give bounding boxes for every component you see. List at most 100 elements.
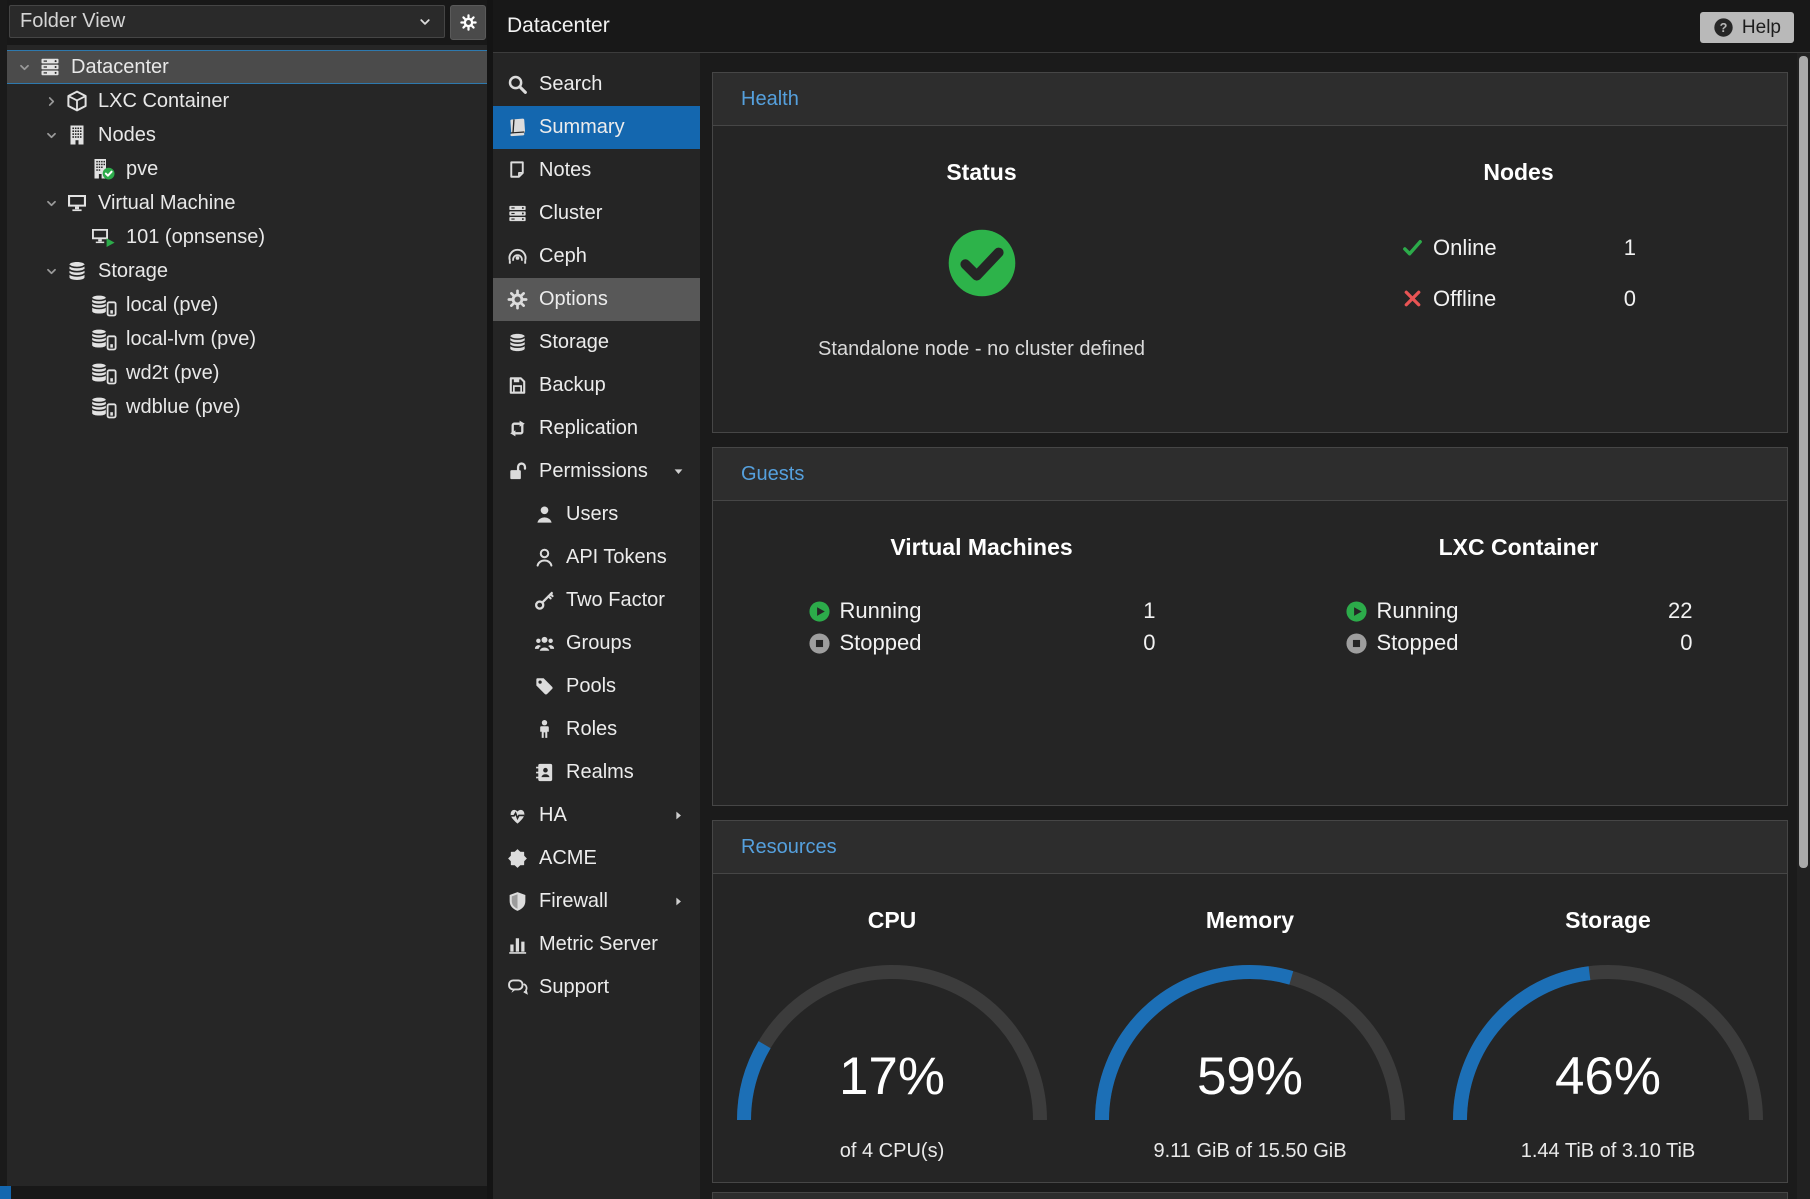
lxc-running-label: Running — [1377, 598, 1459, 624]
tree-item-lxc-container[interactable]: LXC Container — [7, 84, 487, 118]
cube-icon — [65, 89, 89, 113]
resources-panel-title: Resources — [741, 836, 837, 859]
nav-item-summary[interactable]: Summary — [493, 106, 700, 149]
nodes-heading: Nodes — [1250, 159, 1787, 186]
nav-item-roles[interactable]: Roles — [493, 708, 700, 751]
vm-stopped-label: Stopped — [840, 630, 922, 656]
nav-item-ceph[interactable]: Ceph — [493, 235, 700, 278]
cluster-status-message: Standalone node - no cluster defined — [713, 338, 1250, 361]
tree-item-label: wd2t (pve) — [126, 362, 219, 385]
expander-down-icon[interactable] — [16, 59, 33, 76]
tree-item-storage-wdblue[interactable]: wdblue (pve) — [7, 390, 487, 424]
tree-item-storage[interactable]: Storage — [7, 254, 487, 288]
nav-item-label: Realms — [566, 761, 634, 784]
nav-item-realms[interactable]: Realms — [493, 751, 700, 794]
vm-stopped-row: Stopped 0 — [808, 627, 1156, 659]
expander-right-icon[interactable] — [43, 93, 60, 110]
nav-item-label: ACME — [539, 847, 597, 870]
nav-item-acme[interactable]: ACME — [493, 837, 700, 880]
user-icon — [533, 503, 556, 526]
vertical-scrollbar[interactable] — [1797, 53, 1810, 1199]
heartbeat-icon — [506, 804, 529, 827]
nodes-online-row: Online 1 — [1401, 222, 1636, 273]
question-circle-icon — [1713, 17, 1734, 38]
scrollbar-thumb[interactable] — [1799, 56, 1808, 868]
nav-item-search[interactable]: Search — [493, 63, 700, 106]
tree-item-datacenter[interactable]: Datacenter — [7, 50, 487, 84]
nav-item-users[interactable]: Users — [493, 493, 700, 536]
database-drive-icon — [89, 395, 117, 419]
vm-running-row: Running 1 — [808, 595, 1156, 627]
gear-icon — [506, 288, 529, 311]
tree-item-storage-wd2t[interactable]: wd2t (pve) — [7, 356, 487, 390]
guests-lxc-column: LXC Container Running 22 — [1250, 501, 1787, 659]
person-icon — [533, 718, 556, 741]
unlock-icon — [506, 460, 529, 483]
tree-item-pve[interactable]: pve — [7, 152, 487, 186]
vm-heading: Virtual Machines — [713, 534, 1250, 561]
summary-content: Health Status Standalone node - no clust… — [700, 53, 1797, 1199]
caret-down-icon[interactable] — [670, 463, 687, 480]
database-icon — [65, 259, 89, 283]
cpu-gauge: CPU 17% of 4 CPU(s) — [713, 874, 1071, 1163]
tree-item-label: Storage — [98, 260, 168, 283]
gear-icon — [459, 13, 478, 32]
storage-gauge: Storage 46% 1.44 TiB of 3.10 TiB — [1429, 874, 1787, 1163]
view-mode-select[interactable]: Folder View — [9, 5, 445, 38]
tree-settings-button[interactable] — [450, 5, 486, 40]
tree-item-label: wdblue (pve) — [126, 396, 241, 419]
help-button[interactable]: Help — [1700, 12, 1794, 43]
stop-circle-icon — [808, 632, 831, 655]
nav-item-metric-server[interactable]: Metric Server — [493, 923, 700, 966]
floppy-icon — [506, 374, 529, 397]
nav-item-groups[interactable]: Groups — [493, 622, 700, 665]
storage-subtext: 1.44 TiB of 3.10 TiB — [1429, 1140, 1787, 1163]
resources-panel: Resources CPU 17% of 4 CPU(s) Memory — [712, 820, 1788, 1183]
nav-item-permissions[interactable]: Permissions — [493, 450, 700, 493]
tree-item-vm-101[interactable]: 101 (opnsense) — [7, 220, 487, 254]
tree-item-nodes[interactable]: Nodes — [7, 118, 487, 152]
status-heading: Status — [713, 159, 1250, 186]
nav-item-storage[interactable]: Storage — [493, 321, 700, 364]
tree-item-storage-local-lvm[interactable]: local-lvm (pve) — [7, 322, 487, 356]
nav-item-pools[interactable]: Pools — [493, 665, 700, 708]
proxmox-app: Folder View Datacenter Help Datacenter L… — [0, 0, 1810, 1199]
server-icon — [38, 55, 62, 79]
shield-icon — [506, 890, 529, 913]
bottom-left-handle[interactable] — [0, 1186, 11, 1199]
users-icon — [533, 632, 556, 655]
offline-label: Offline — [1433, 286, 1496, 312]
storage-heading: Storage — [1429, 907, 1787, 934]
nav-item-ha[interactable]: HA — [493, 794, 700, 837]
expander-down-icon[interactable] — [43, 263, 60, 280]
panel-title: Datacenter — [507, 0, 610, 52]
tree-item-label: Datacenter — [71, 56, 169, 79]
caret-right-icon[interactable] — [670, 893, 687, 910]
tree-item-virtual-machine[interactable]: Virtual Machine — [7, 186, 487, 220]
nav-item-notes[interactable]: Notes — [493, 149, 700, 192]
nav-item-api-tokens[interactable]: API Tokens — [493, 536, 700, 579]
tree-item-label: Virtual Machine — [98, 192, 235, 215]
tree-item-storage-local[interactable]: local (pve) — [7, 288, 487, 322]
expander-down-icon[interactable] — [43, 195, 60, 212]
nav-item-label: Support — [539, 976, 609, 999]
nav-item-firewall[interactable]: Firewall — [493, 880, 700, 923]
nav-item-two-factor[interactable]: Two Factor — [493, 579, 700, 622]
nav-item-cluster[interactable]: Cluster — [493, 192, 700, 235]
health-status-column: Status Standalone node - no cluster defi… — [713, 126, 1250, 361]
health-panel-title: Health — [741, 88, 799, 111]
nav-item-replication[interactable]: Replication — [493, 407, 700, 450]
nav-item-backup[interactable]: Backup — [493, 364, 700, 407]
nav-item-label: API Tokens — [566, 546, 667, 569]
key-icon — [533, 589, 556, 612]
database-icon — [506, 331, 529, 354]
expander-down-icon[interactable] — [43, 127, 60, 144]
nav-item-support[interactable]: Support — [493, 966, 700, 1009]
sidebar-edge — [0, 0, 7, 1199]
caret-right-icon[interactable] — [670, 807, 687, 824]
nav-item-label: Options — [539, 288, 608, 311]
nav-item-options[interactable]: Options — [493, 278, 700, 321]
health-panel: Health Status Standalone node - no clust… — [712, 72, 1788, 433]
building-icon — [65, 123, 89, 147]
nav-item-label: Users — [566, 503, 618, 526]
